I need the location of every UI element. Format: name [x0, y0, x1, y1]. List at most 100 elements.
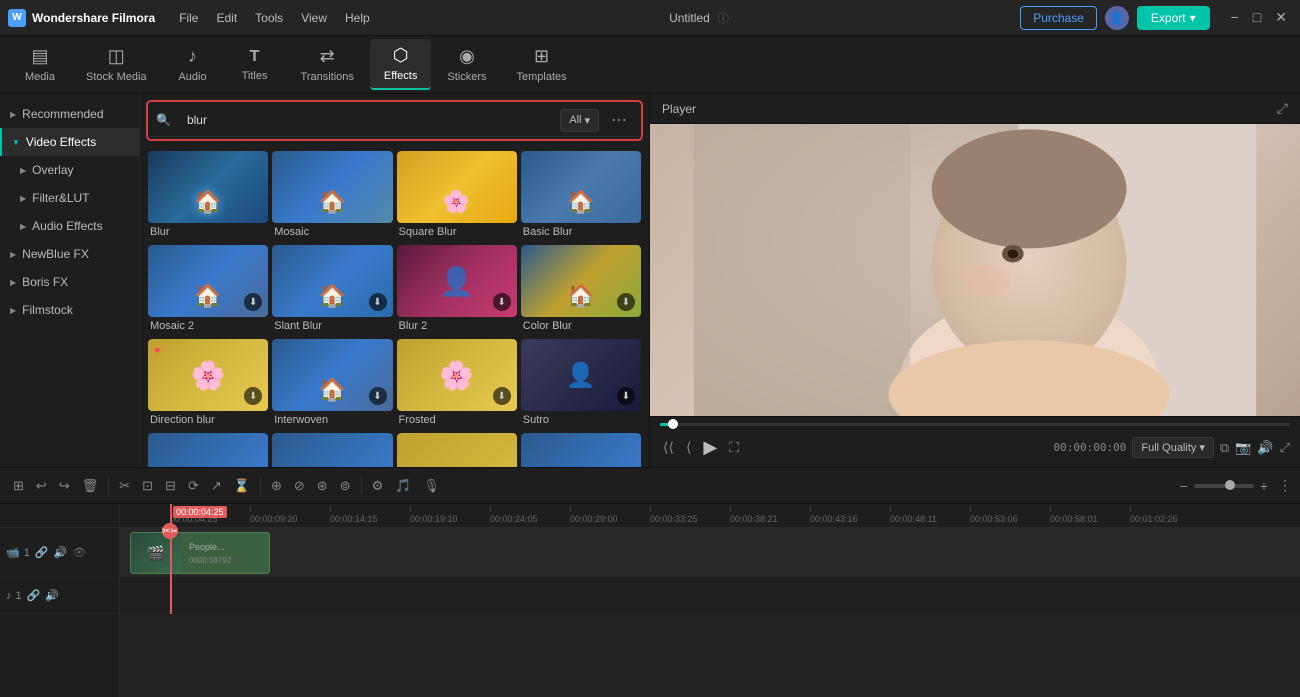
nav-stock-media[interactable]: ◫ Stock Media [72, 40, 161, 89]
close-button[interactable]: ✕ [1270, 7, 1292, 28]
duration-button[interactable]: ⌛ [229, 475, 255, 497]
timeline-tracks-area: 00:00:04:25 00:00:09:20 00:00:14:15 00:0… [120, 504, 1300, 697]
zoom-slider[interactable] [1194, 484, 1254, 488]
menu-edit[interactable]: Edit [208, 8, 245, 28]
effect-label-colorblur: Color Blur [521, 317, 641, 335]
pip-button[interactable]: ⧉ [1220, 440, 1229, 456]
nav-transitions[interactable]: ⇄ Transitions [287, 40, 368, 89]
player-expand-icon[interactable]: ⤢ [1277, 100, 1288, 117]
effect-mosaic-2[interactable]: 🏠 ⬇ Mosaic 2 [148, 245, 268, 335]
sidebar-item-boris-fx[interactable]: ▶ Boris FX [0, 268, 139, 296]
menu-file[interactable]: File [171, 8, 206, 28]
more-options-button[interactable]: ⋯ [605, 108, 633, 132]
sidebar-item-filmstock[interactable]: ▶ Filmstock [0, 296, 139, 324]
cut-button[interactable]: ✂ [114, 475, 135, 497]
reverse-button[interactable]: ⟳ [183, 475, 204, 497]
record-button[interactable]: 🎙 [418, 475, 445, 497]
ruler-tick-1: 00:00:09:20 [250, 514, 298, 524]
redo-button[interactable]: ↪ [54, 475, 75, 497]
sidebar-item-newblue-fx[interactable]: ▶ NewBlue FX [0, 240, 139, 268]
effect-basic-blur[interactable]: 🏠 Basic Blur [521, 151, 641, 241]
effect-square-blur[interactable]: 🌸 Square Blur [397, 151, 517, 241]
menu-help[interactable]: Help [337, 8, 378, 28]
step-back-button[interactable]: ⟨ [683, 436, 694, 459]
ruler-tick-2: 00:00:14:15 [330, 514, 378, 524]
delete-button[interactable]: 🗑 [77, 475, 104, 497]
effect-blur[interactable]: 🏠 Blur [148, 151, 268, 241]
zoom-out-button[interactable]: − [1180, 478, 1188, 494]
motion-track-button[interactable]: ⊘ [289, 475, 310, 497]
volume-button[interactable]: 🔊 [1257, 440, 1273, 456]
effects-icon: ⬡ [393, 45, 409, 66]
menu-tools[interactable]: Tools [247, 8, 291, 28]
minimize-button[interactable]: − [1226, 7, 1244, 28]
audio-track-button[interactable]: 🎵 [390, 475, 416, 497]
track-link-button[interactable]: 🔗 [34, 545, 50, 560]
timeline-layout-button[interactable]: ⊞ [8, 475, 29, 497]
effect-interwoven[interactable]: 🏠 ⬇ Interwoven [272, 339, 392, 429]
chroma-key-button[interactable]: ⊛ [312, 475, 333, 497]
search-input[interactable] [177, 108, 554, 132]
track-hide-button[interactable]: 👁 [71, 545, 87, 560]
nav-templates[interactable]: ⊞ Templates [502, 40, 580, 89]
nav-effects[interactable]: ⬡ Effects [370, 39, 431, 90]
audio-track-header: ♪ 1 🔗 🔊 [0, 578, 120, 614]
info-icon: ⓘ [718, 10, 729, 26]
ai-scene-button[interactable]: ⊕ [266, 475, 287, 497]
export-button[interactable]: Export ▾ [1137, 6, 1210, 30]
freeze-button[interactable]: ⊟ [160, 475, 181, 497]
video-clip[interactable]: 🎬 People... 0000:58792 [130, 532, 270, 574]
effect-more-1[interactable] [148, 433, 268, 467]
effect-direction-blur[interactable]: 🌸 ♥ ⬇ Direction blur [148, 339, 268, 429]
player-buttons: ⟨⟨ ⟨ ▶ ⛶ 00:00:00:00 Full Quality ▾ ⧉ 📷 … [660, 434, 1290, 461]
sidebar-item-overlay[interactable]: ▶ Overlay [0, 156, 139, 184]
clip-info: People... 0000:58792 [181, 538, 239, 569]
zoom-in-button[interactable]: + [1260, 478, 1268, 494]
quality-button[interactable]: Full Quality ▾ [1132, 437, 1214, 458]
audio-track-controls: 🔗 🔊 [26, 588, 60, 603]
settings-button[interactable]: ⤢ [1280, 440, 1290, 456]
sidebar-item-filter-lut[interactable]: ▶ Filter&LUT [0, 184, 139, 212]
purchase-button[interactable]: Purchase [1020, 6, 1097, 30]
filter-button[interactable]: All ▾ [560, 109, 599, 132]
nav-audio[interactable]: ♪ Audio [163, 40, 223, 89]
effect-more-2[interactable] [272, 433, 392, 467]
nav-media[interactable]: ▤ Media [10, 40, 70, 89]
menu-view[interactable]: View [293, 8, 335, 28]
effect-more-3[interactable] [397, 433, 517, 467]
player-progress-bar[interactable] [660, 423, 1290, 426]
effect-slant-blur[interactable]: 🏠 ⬇ Slant Blur [272, 245, 392, 335]
play-button[interactable]: ▶ [700, 434, 720, 461]
effect-more-4[interactable] [521, 433, 641, 467]
effect-thumb-blur2: 👤 ⬇ [397, 245, 517, 317]
skip-back-button[interactable]: ⟨⟨ [660, 436, 677, 459]
audio-link-button[interactable]: 🔗 [26, 588, 42, 603]
maximize-button[interactable]: □ [1248, 7, 1266, 28]
effect-mosaic[interactable]: 🏠 Mosaic [272, 151, 392, 241]
speed-button[interactable]: ↗ [206, 475, 227, 497]
audio-mute-button[interactable]: 🔊 [44, 588, 60, 603]
effect-frosted[interactable]: 🌸 ⬇ Frosted [397, 339, 517, 429]
fullscreen-button[interactable]: ⛶ [726, 436, 742, 459]
adjustment-button[interactable]: ⚙ [367, 475, 389, 497]
nav-stickers-label: Stickers [447, 71, 486, 83]
nav-stickers[interactable]: ◉ Stickers [433, 40, 500, 89]
menu-bar: File Edit Tools View Help [171, 8, 378, 28]
stabilize-button[interactable]: ⊚ [335, 475, 356, 497]
effects-sidebar: ▶ Recommended ▼ Video Effects ▶ Overlay … [0, 94, 140, 467]
crop-button[interactable]: ⊡ [137, 475, 158, 497]
screenshot-button[interactable]: 📷 [1235, 440, 1251, 456]
effect-blur-2[interactable]: 👤 ⬇ Blur 2 [397, 245, 517, 335]
sidebar-item-video-effects[interactable]: ▼ Video Effects [0, 128, 139, 156]
nav-titles[interactable]: T Titles [225, 42, 285, 88]
sidebar-label-newblue-fx: NewBlue FX [22, 247, 89, 261]
track-mute-button[interactable]: 🔊 [53, 545, 69, 560]
effect-sutro[interactable]: 👤 ⬇ Sutro [521, 339, 641, 429]
effect-thumb-mosaic: 🏠 [272, 151, 392, 223]
track-number-1: 1 [24, 547, 30, 559]
effect-color-blur[interactable]: 🏠 ⬇ Color Blur [521, 245, 641, 335]
sidebar-item-recommended[interactable]: ▶ Recommended [0, 100, 139, 128]
undo-button[interactable]: ↩ [31, 475, 52, 497]
sidebar-item-audio-effects[interactable]: ▶ Audio Effects [0, 212, 139, 240]
more-timeline-button[interactable]: ⋮ [1278, 477, 1292, 494]
